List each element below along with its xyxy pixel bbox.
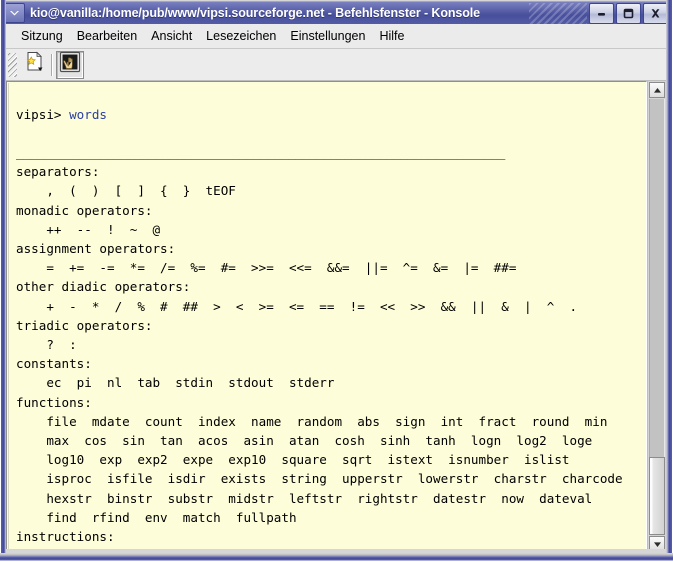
window-border-right[interactable] (666, 0, 673, 562)
new-document-icon (22, 50, 46, 79)
shell-hand-icon (59, 51, 81, 78)
titlebar[interactable]: kio@vanilla:/home/pub/www/vipsi.sourcefo… (2, 1, 671, 24)
menu-hilfe[interactable]: Hilfe (372, 27, 411, 45)
menu-lesezeichen[interactable]: Lesezeichen (199, 27, 283, 45)
terminal-frame: vipsi> words ___________________________… (6, 81, 647, 553)
menu-ansicht[interactable]: Ansicht (144, 27, 199, 45)
menu-einstellungen[interactable]: Einstellungen (283, 27, 372, 45)
shell-session-button[interactable] (56, 50, 84, 79)
titlebar-hatch (529, 2, 587, 24)
close-icon (649, 8, 662, 19)
toolbar (6, 49, 666, 81)
window-border-left[interactable] (0, 0, 6, 562)
menu-sitzung[interactable]: Sitzung (14, 27, 70, 45)
new-session-button[interactable] (20, 51, 48, 79)
scrollbar-thumb[interactable] (649, 457, 665, 535)
menubar: Sitzung Bearbeiten Ansicht Lesezeichen E… (6, 24, 666, 49)
window-title: kio@vanilla:/home/pub/www/vipsi.sourcefo… (30, 6, 481, 20)
scroll-up-icon (653, 81, 662, 99)
window-menu-button[interactable] (3, 3, 25, 23)
terminal-scrollbar[interactable] (647, 81, 666, 553)
toolbar-drag-handle[interactable] (8, 52, 17, 77)
toolbar-separator (51, 53, 53, 76)
titlebar-buttons (587, 2, 668, 24)
konsole-window: kio@vanilla:/home/pub/www/vipsi.sourcefo… (0, 0, 673, 562)
maximize-icon (622, 8, 635, 19)
window-border-bottom[interactable] (0, 553, 673, 562)
minimize-button[interactable] (589, 2, 614, 24)
chevron-down-icon (9, 9, 20, 17)
maximize-button[interactable] (616, 2, 641, 24)
scrollbar-up-button[interactable] (649, 82, 665, 98)
terminal-viewport[interactable]: vipsi> words ___________________________… (8, 83, 645, 551)
minimize-icon (595, 8, 608, 19)
terminal-output[interactable]: vipsi> words ___________________________… (16, 105, 623, 551)
menu-bearbeiten[interactable]: Bearbeiten (70, 27, 144, 45)
terminal-area: vipsi> words ___________________________… (6, 81, 666, 553)
close-button[interactable] (643, 2, 668, 24)
